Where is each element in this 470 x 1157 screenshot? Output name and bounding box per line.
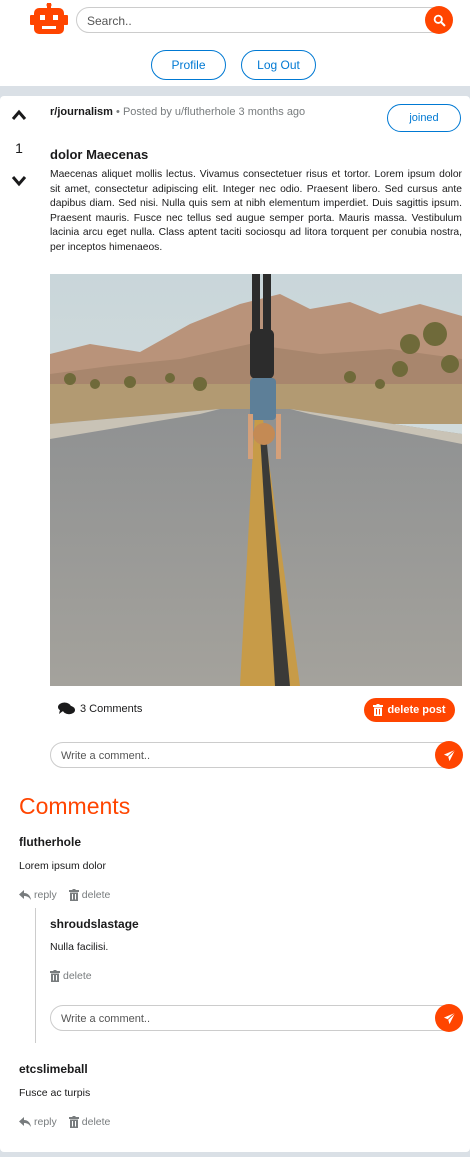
comment-author[interactable]: etcslimeball	[19, 1062, 88, 1076]
comment-author[interactable]: shroudslastage	[50, 917, 139, 931]
delete-comment-button[interactable]: delete	[68, 889, 111, 901]
reply-button[interactable]: reply	[19, 889, 57, 901]
top-bar: Profile Log Out	[0, 0, 470, 86]
post-meta: r/journalism • Posted by u/flutherhole 3…	[50, 106, 305, 118]
delete-label: delete	[81, 1116, 111, 1128]
trash-icon	[50, 970, 60, 982]
delete-comment-button[interactable]: delete	[68, 1116, 111, 1128]
subreddit-link[interactable]: r/journalism	[50, 106, 113, 118]
send-comment-button[interactable]	[435, 741, 463, 769]
comments-icon	[58, 702, 75, 715]
trash-icon	[68, 1116, 79, 1128]
comments-heading: Comments	[19, 793, 131, 819]
logout-button[interactable]: Log Out	[241, 50, 316, 80]
vote-count: 1	[15, 140, 23, 156]
reply-label: reply	[34, 1116, 57, 1128]
post-image	[50, 274, 462, 686]
send-reply-button[interactable]	[435, 1004, 463, 1032]
comment-actions: delete	[50, 970, 92, 982]
send-icon	[443, 1012, 455, 1024]
thread-line[interactable]	[35, 908, 36, 1043]
post-title[interactable]: dolor Maecenas	[50, 147, 148, 162]
downvote-icon[interactable]	[11, 174, 27, 192]
post-body: Maecenas aliquet mollis lectus. Vivamus …	[50, 169, 462, 253]
delete-label: delete	[63, 970, 92, 982]
comment-author[interactable]: flutherhole	[19, 835, 81, 849]
reply-comment-input[interactable]	[59, 1009, 423, 1029]
post-card: 1 r/journalism • Posted by u/flutherhole…	[0, 96, 470, 1152]
comment-text: Lorem ipsum dolor	[19, 860, 106, 872]
comments-count: 3 Comments	[80, 702, 143, 715]
comment-actions: reply delete	[19, 889, 110, 901]
search-bar	[76, 6, 453, 34]
delete-label: delete	[81, 889, 111, 901]
trash-icon	[68, 889, 79, 901]
trash-icon	[373, 704, 384, 716]
robot-icon[interactable]	[30, 2, 68, 35]
comment-actions: reply delete	[19, 1116, 110, 1128]
reply-button[interactable]: reply	[19, 1116, 57, 1128]
delete-comment-button[interactable]: delete	[50, 970, 92, 982]
search-button[interactable]	[425, 6, 453, 34]
comment-input[interactable]	[59, 746, 423, 766]
comments-link[interactable]: 3 Comments	[58, 702, 142, 715]
reply-icon	[19, 1117, 31, 1127]
send-icon	[443, 749, 455, 761]
reply-label: reply	[34, 889, 57, 901]
comment-box	[50, 741, 463, 769]
profile-button[interactable]: Profile	[151, 50, 226, 80]
delete-post-label: delete post	[387, 704, 446, 716]
posted-by: • Posted by u/flutherhole 3 months ago	[116, 106, 306, 118]
search-icon	[433, 14, 445, 26]
reply-icon	[19, 890, 31, 900]
comment-text: Fusce ac turpis	[19, 1087, 91, 1099]
search-input[interactable]	[85, 11, 419, 31]
reply-comment-box	[50, 1004, 463, 1032]
joined-button[interactable]: joined	[387, 104, 461, 132]
upvote-icon[interactable]	[11, 108, 27, 126]
comment-text: Nulla facilisi.	[50, 941, 109, 953]
delete-post-button[interactable]: delete post	[364, 698, 455, 722]
